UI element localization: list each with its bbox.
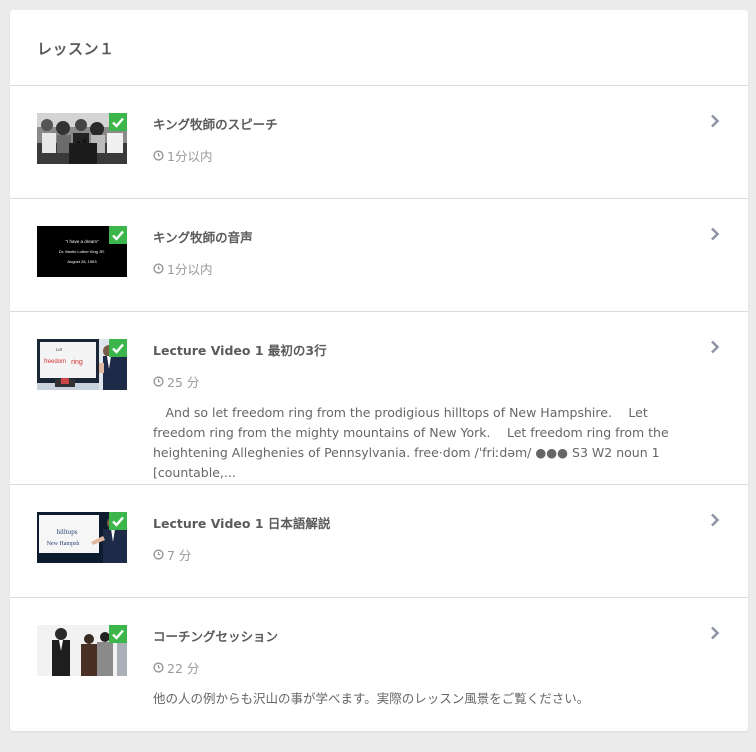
lesson-title[interactable]: Lecture Video 1 日本語解説: [153, 513, 688, 532]
lesson-title[interactable]: コーチングセッション: [153, 626, 688, 645]
lesson-duration: 25 分: [153, 372, 688, 391]
lesson-title[interactable]: キング牧師のスピーチ: [153, 114, 688, 133]
thumb-caption: Let: [56, 347, 63, 352]
clock-icon: [153, 150, 164, 161]
chevron-right-icon[interactable]: [710, 227, 720, 241]
lesson-duration: 22 分: [153, 658, 688, 677]
thumb-caption: ring: [71, 359, 83, 366]
duration-text: 1分以内: [167, 262, 213, 277]
lesson-description: And so let freedom ring from the prodigi…: [153, 405, 669, 480]
duration-text: 25 分: [167, 375, 200, 390]
lesson-title[interactable]: キング牧師の音声: [153, 227, 688, 246]
thumb-caption: New Hampsh: [47, 541, 80, 547]
lesson-item-audio[interactable]: "I have a dream" Dr. Martin Luther King …: [10, 199, 748, 312]
completed-check-icon: [109, 226, 127, 244]
thumb-caption: August 28, 1963: [67, 259, 97, 264]
lesson-description: 他の人の例からも沢山の事が学べます。実際のレッスン風景をご覧ください。: [153, 691, 590, 706]
thumb-caption: "I have a dream": [65, 239, 99, 244]
lesson-duration: 1分以内: [153, 259, 688, 278]
card-header: レッスン１: [10, 10, 748, 86]
lesson-item-coaching[interactable]: コーチングセッション 22 分 他の人の例からも沢山の事が学べます。実際のレッス…: [10, 598, 748, 730]
duration-text: 1分以内: [167, 149, 213, 164]
thumb-caption: Dr. Martin Luther King JR.: [59, 249, 105, 254]
chevron-right-icon[interactable]: [710, 340, 720, 354]
duration-text: 7 分: [167, 548, 192, 563]
duration-text: 22 分: [167, 661, 200, 676]
completed-check-icon: [109, 113, 127, 131]
lesson-item-speech[interactable]: キング牧師のスピーチ 1分以内: [10, 86, 748, 199]
completed-check-icon: [109, 512, 127, 530]
chevron-right-icon[interactable]: [710, 626, 720, 640]
section-title: レッスン１: [37, 40, 115, 58]
chevron-right-icon[interactable]: [710, 114, 720, 128]
lesson-duration: 7 分: [153, 545, 688, 564]
thumb-caption: hilltops: [56, 528, 77, 536]
clock-icon: [153, 662, 164, 673]
clock-icon: [153, 263, 164, 274]
chevron-right-icon[interactable]: [710, 513, 720, 527]
lesson-card: レッスン１ キング牧師のスピーチ 1分以内 "I have a dream" D…: [10, 10, 748, 731]
thumb-caption: freedom: [44, 359, 66, 365]
lesson-item-lecture-1-ja[interactable]: hilltops New Hampsh Lecture Video 1 日本語解…: [10, 485, 748, 598]
lesson-title[interactable]: Lecture Video 1 最初の3行: [153, 340, 688, 359]
lesson-duration: 1分以内: [153, 146, 688, 165]
clock-icon: [153, 549, 164, 560]
clock-icon: [153, 376, 164, 387]
completed-check-icon: [109, 625, 127, 643]
lesson-item-lecture-1[interactable]: Let freedom ring Lecture Video 1 最初の3行 2…: [10, 312, 748, 485]
completed-check-icon: [109, 339, 127, 357]
